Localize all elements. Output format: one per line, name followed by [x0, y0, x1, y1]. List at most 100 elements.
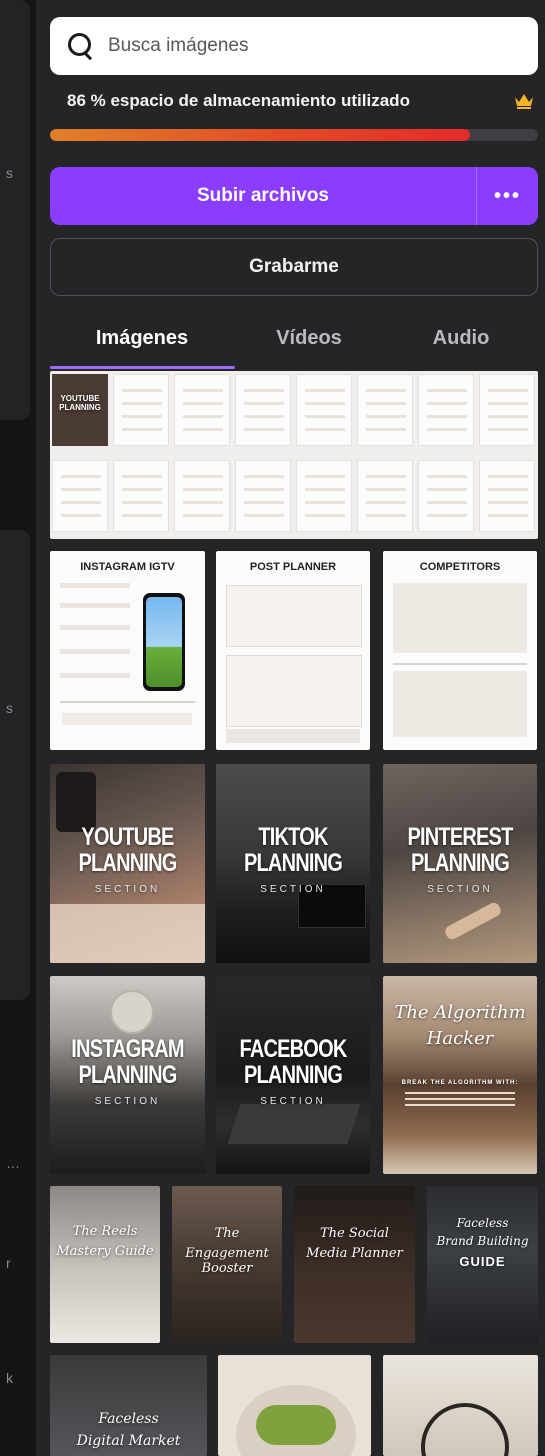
- doc-field: [60, 625, 130, 630]
- collage-page-line: [427, 475, 467, 478]
- collage-page-line: [122, 501, 162, 504]
- image-thumbnail-faceless-digital-marketing[interactable]: Faceless Digital Market: [50, 1355, 207, 1456]
- collage-page-line: [427, 415, 467, 418]
- script-title-line2: Media Planner: [306, 1246, 403, 1261]
- decor-photo: [110, 990, 154, 1034]
- section-title-line2: PLANNING: [243, 849, 343, 877]
- collage-page-line: [488, 514, 528, 517]
- section-title-line1: PINTEREST: [407, 823, 513, 851]
- image-thumbnail-planner-collage[interactable]: YOUTUBE PLANNING: [50, 371, 538, 539]
- collage-page-line: [122, 389, 162, 392]
- image-thumbnail-instagram-planning[interactable]: INSTAGRAM PLANNING SECTION: [50, 976, 205, 1174]
- tab-audio[interactable]: Audio: [384, 318, 538, 358]
- doc-title: POST PLANNER: [249, 561, 337, 573]
- image-thumbnail-food-plate[interactable]: [218, 1355, 371, 1456]
- image-thumbnail-engagement-booster[interactable]: The Engagement Booster: [172, 1186, 282, 1343]
- search-input[interactable]: [106, 34, 490, 58]
- guide-label: GUIDE: [459, 1254, 506, 1269]
- collage-page-line: [305, 389, 345, 392]
- tab-videos[interactable]: Vídeos: [234, 318, 384, 358]
- doc-field: [60, 673, 130, 678]
- upload-files-button[interactable]: Subir archivos: [50, 167, 476, 225]
- tab-images[interactable]: Imágenes: [50, 318, 234, 358]
- collage-page: [479, 460, 535, 532]
- section-subtitle: SECTION: [260, 1096, 326, 1107]
- script-title-line1: The Algorithm: [394, 1002, 526, 1023]
- script-title-line1: Faceless: [456, 1216, 509, 1230]
- image-thumbnail-post-planner[interactable]: POST PLANNER: [216, 551, 370, 750]
- script-title-line2: Engagement Booster: [185, 1246, 269, 1276]
- collage-page: [235, 374, 291, 446]
- food-photo: [256, 1405, 336, 1445]
- collage-page-line: [244, 428, 284, 431]
- image-thumbnail-reels-mastery[interactable]: The Reels Mastery Guide: [50, 1186, 160, 1343]
- search-bar[interactable]: [50, 17, 538, 75]
- collage-page-line: [122, 402, 162, 405]
- collage-page-line: [366, 501, 406, 504]
- storage-progress-bar: [50, 129, 538, 141]
- more-options-button[interactable]: •••: [477, 167, 538, 225]
- script-title-line2: Mastery Guide: [56, 1244, 154, 1259]
- collage-page: [357, 374, 413, 446]
- section-title-line2: PLANNING: [410, 849, 510, 877]
- collage-page-line: [183, 488, 223, 491]
- collage-page-line: [366, 389, 406, 392]
- collage-page-line: [305, 488, 345, 491]
- image-thumbnail-youtube-planning[interactable]: YOUTUBE PLANNING SECTION: [50, 764, 205, 963]
- collage-page-line: [122, 415, 162, 418]
- collage-page-line: [183, 514, 223, 517]
- image-thumbnail-social-media-planner[interactable]: The Social Media Planner: [294, 1186, 415, 1343]
- collage-page-line: [61, 475, 101, 478]
- image-thumbnail-instagram-igtv[interactable]: INSTAGRAM IGTV: [50, 551, 205, 750]
- collage-page-line: [427, 428, 467, 431]
- collage-cover: YOUTUBE PLANNING: [52, 374, 108, 446]
- image-thumbnail-tiktok-planning[interactable]: TIKTOK PLANNING SECTION: [216, 764, 370, 963]
- collage-page-line: [244, 389, 284, 392]
- collage-page-line: [244, 402, 284, 405]
- doc-field: [60, 603, 130, 608]
- collage-page: [296, 374, 352, 446]
- collage-page-line: [61, 488, 101, 491]
- image-thumbnail-competitors[interactable]: COMPETITORS: [383, 551, 537, 750]
- doc-field: [62, 713, 192, 725]
- storage-progress-fill: [50, 129, 470, 141]
- collage-cover-line2: PLANNING: [59, 403, 101, 412]
- collage-page: [235, 460, 291, 532]
- photo-cloth: [50, 904, 205, 963]
- left-sidebar-strip: s s … r k: [0, 0, 36, 1456]
- crown-icon[interactable]: [514, 93, 534, 109]
- script-title-line1: Faceless: [98, 1411, 159, 1427]
- image-thumbnail-faceless-brand-guide[interactable]: Faceless Brand Building GUIDE: [427, 1186, 538, 1343]
- section-title-line2: PLANNING: [78, 1061, 177, 1089]
- image-thumbnail-algorithm-hacker[interactable]: The Algorithm Hacker BREAK THE ALGORITHM…: [383, 976, 537, 1174]
- section-title-line1: YOUTUBE: [81, 823, 174, 851]
- collage-page-line: [366, 428, 406, 431]
- section-subtitle: SECTION: [94, 1096, 161, 1107]
- sidebar-card: [0, 0, 30, 420]
- collage-page-line: [61, 501, 101, 504]
- collage-page-line: [244, 514, 284, 517]
- sidebar-edge-glyph: r: [6, 1255, 11, 1271]
- image-thumbnail-pinterest-planning[interactable]: PINTEREST PLANNING SECTION: [383, 764, 537, 963]
- collage-page-line: [488, 389, 528, 392]
- doc-rule: [60, 701, 195, 703]
- image-thumbnail-bowl[interactable]: [383, 1355, 538, 1456]
- collage-page-line: [488, 475, 528, 478]
- collage-page-line: [183, 428, 223, 431]
- active-tab-indicator: [50, 366, 235, 369]
- sidebar-edge-glyph: s: [6, 165, 13, 181]
- collage-page-line: [183, 501, 223, 504]
- collage-page-line: [488, 488, 528, 491]
- sidebar-edge-glyph: s: [6, 700, 13, 716]
- collage-page-line: [244, 488, 284, 491]
- collage-page-line: [122, 514, 162, 517]
- collage-page-line: [427, 488, 467, 491]
- laptop-photo: [227, 1104, 361, 1144]
- image-thumbnail-facebook-planning[interactable]: FACEBOOK PLANNING SECTION: [216, 976, 370, 1174]
- collage-page-line: [183, 415, 223, 418]
- collage-page: [418, 460, 474, 532]
- section-title-line1: FACEBOOK: [239, 1035, 348, 1063]
- algorithm-caption: BREAK THE ALGORITHM WITH:: [401, 1080, 519, 1086]
- collage-page-line: [122, 475, 162, 478]
- record-yourself-button[interactable]: Grabarme: [50, 238, 538, 296]
